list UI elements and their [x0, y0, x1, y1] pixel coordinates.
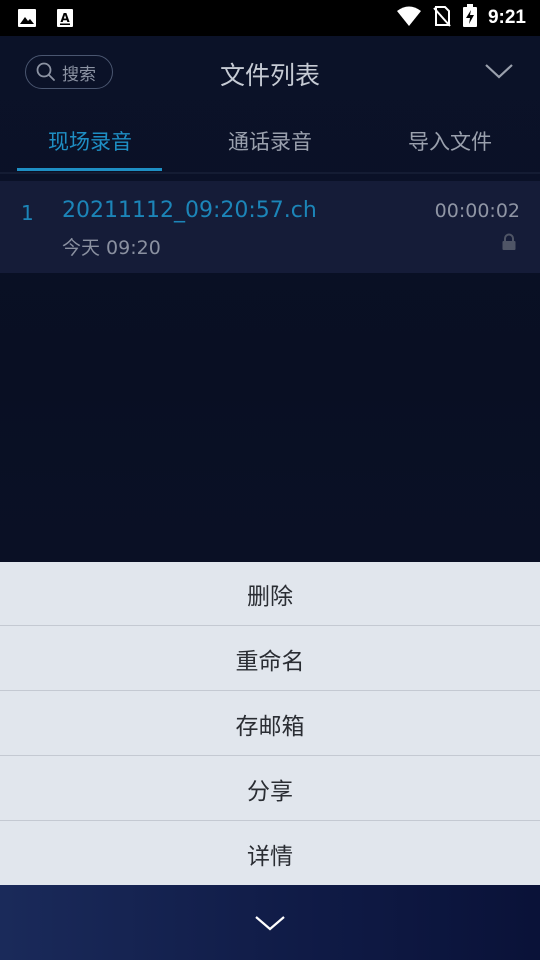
- wifi-icon: [396, 5, 422, 31]
- a-notification-icon: A: [54, 7, 76, 29]
- share-button[interactable]: 分享: [0, 757, 540, 821]
- list-background: [0, 273, 540, 562]
- tab-call-recording[interactable]: 通话录音: [180, 126, 360, 156]
- tab-indicator: [17, 168, 162, 171]
- header: 搜索 文件列表: [0, 36, 540, 112]
- image-icon: [16, 7, 38, 29]
- status-bar-system: 9:21: [396, 4, 526, 32]
- file-duration: 00:00:02: [434, 200, 520, 222]
- rename-button[interactable]: 重命名: [0, 627, 540, 691]
- tab-imported-files[interactable]: 导入文件: [360, 126, 540, 156]
- app-screen: A 9:21 搜索 文件列表 现场录音 通话录音 导入文件 1 20211112…: [0, 0, 540, 960]
- file-time: 今天 09:20: [62, 237, 161, 259]
- no-sim-icon: [432, 5, 452, 31]
- status-time: 9:21: [487, 7, 526, 28]
- file-name: 20211112_09:20:57.ch: [62, 198, 317, 223]
- details-button[interactable]: 详情: [0, 822, 540, 886]
- tab-bar: 现场录音 通话录音 导入文件: [0, 112, 540, 174]
- collapse-sheet-button[interactable]: [0, 885, 540, 960]
- page-title: 文件列表: [219, 61, 320, 90]
- save-to-email-button[interactable]: 存邮箱: [0, 692, 540, 756]
- tab-live-recording[interactable]: 现场录音: [0, 126, 180, 156]
- status-bar: A 9:21: [0, 0, 540, 36]
- chevron-down-icon[interactable]: [484, 62, 514, 84]
- list-item[interactable]: 1 20211112_09:20:57.ch 今天 09:20 00:00:02: [0, 181, 540, 273]
- action-sheet: 删除 重命名 存邮箱 分享 详情: [0, 562, 540, 885]
- file-index: 1: [21, 201, 34, 225]
- chevron-down-icon: [255, 915, 285, 930]
- lock-icon: [500, 233, 518, 255]
- svg-text:A: A: [60, 11, 70, 25]
- delete-button[interactable]: 删除: [0, 562, 540, 626]
- battery-charging-icon: [462, 4, 478, 32]
- status-bar-notifications: A: [16, 7, 76, 29]
